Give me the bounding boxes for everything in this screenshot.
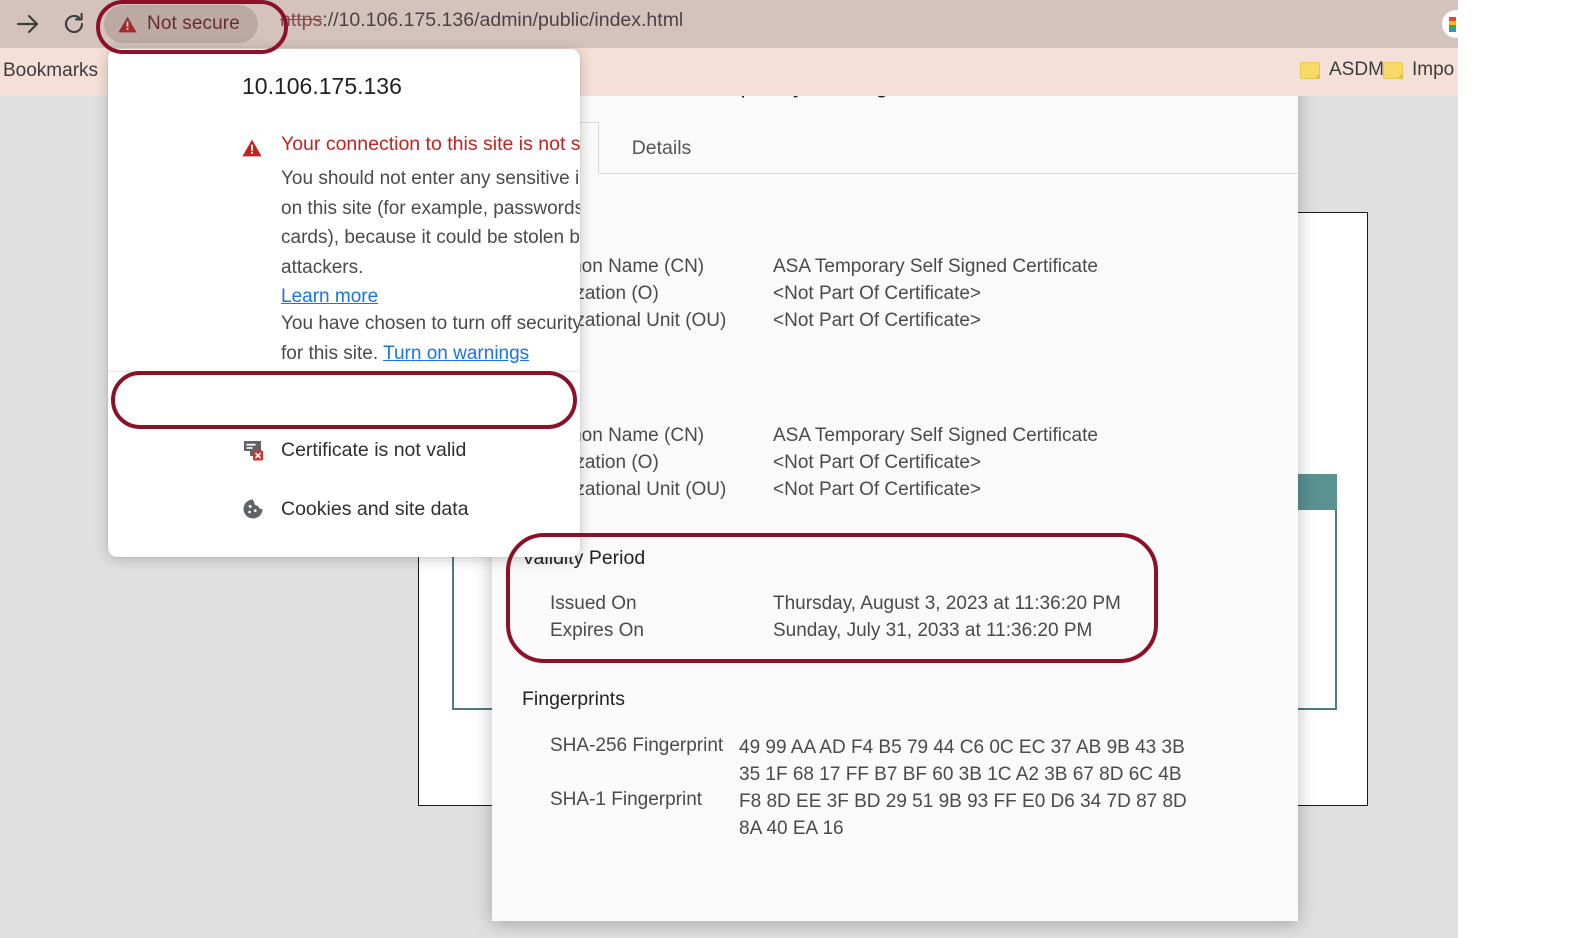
expires-on-value: Sunday, July 31, 2033 at 11:36:20 PM [773, 620, 1093, 641]
warning-body-text: You should not enter any sensitive infor… [281, 168, 580, 278]
bookmark-impo-label: Impo [1412, 59, 1455, 80]
menu-item-site-settings[interactable]: Site settings [108, 539, 580, 558]
warning-triangle-icon [118, 16, 137, 33]
bookmarks-label: Bookmarks [3, 60, 99, 81]
browser-toolbar: Not secure https://10.106.175.136/admin/… [0, 0, 1470, 48]
site-host-label: 10.106.175.136 [242, 73, 402, 99]
issued-on-label: Issued On [550, 593, 637, 614]
folder-icon [1383, 61, 1403, 79]
cookie-icon [242, 498, 264, 520]
reload-icon[interactable] [58, 8, 90, 40]
issued-to-ou-value: <Not Part Of Certificate> [773, 310, 982, 331]
bookmark-impo[interactable]: Impo [1383, 59, 1454, 81]
certificate-invalid-icon [242, 439, 264, 461]
menu-item-certificate-not-valid[interactable]: Certificate is not valid [108, 421, 580, 479]
warning-triangle-icon [242, 139, 262, 157]
bookmark-asdm-label: ASDM [1329, 59, 1384, 80]
tab-details[interactable]: Details [599, 122, 724, 174]
expires-on-label: Expires On [550, 620, 644, 641]
sha1-fingerprint-value: F8 8D EE 3F BD 29 51 9B 93 FF E0 D6 34 7… [739, 791, 1187, 839]
not-secure-chip[interactable]: Not secure [104, 5, 258, 43]
not-secure-label: Not secure [147, 13, 240, 34]
connection-warning-body: You should not enter any sensitive infor… [281, 164, 580, 312]
certificate-viewer-dialog: cate Viewer: ASA Temporary Self Signed C… [492, 49, 1298, 921]
url-scheme: https [280, 9, 323, 31]
certificate-tabs: l Details [492, 122, 1298, 174]
issued-by-o-value: <Not Part Of Certificate> [773, 452, 982, 473]
screen: cate Viewer: ASA Temporary Self Signed C… [0, 0, 1590, 938]
chrome-profile-icon[interactable] [1442, 10, 1470, 38]
folder-icon [1300, 61, 1320, 79]
menu-item-label: Site settings [281, 557, 387, 558]
issued-on-value: Thursday, August 3, 2023 at 11:36:20 PM [773, 593, 1121, 614]
connection-warning-title: Your connection to this site is not secu… [281, 133, 580, 155]
divider [108, 371, 580, 372]
bookmark-asdm[interactable]: ASDM [1300, 59, 1384, 81]
menu-item-label: Certificate is not valid [281, 438, 467, 461]
arrow-right-icon[interactable] [12, 9, 44, 39]
warnings-off-notice: You have chosen to turn off security war… [281, 309, 580, 368]
fingerprints-heading: Fingerprints [522, 688, 625, 710]
turn-on-warnings-link[interactable]: Turn on warnings [383, 343, 529, 364]
menu-item-cookies-and-site-data[interactable]: Cookies and site data [108, 480, 580, 538]
issued-to-o-value: <Not Part Of Certificate> [773, 283, 982, 304]
issued-to-cn-value: ASA Temporary Self Signed Certificate [773, 256, 1098, 277]
address-bar-url[interactable]: https://10.106.175.136/admin/public/inde… [280, 9, 683, 32]
sha256-fingerprint-label: SHA-256 Fingerprint [550, 735, 724, 756]
learn-more-link[interactable]: Learn more [281, 286, 378, 307]
issued-by-cn-value: ASA Temporary Self Signed Certificate [773, 425, 1098, 446]
issued-by-ou-value: <Not Part Of Certificate> [773, 479, 982, 500]
sha1-fingerprint-label: SHA-1 Fingerprint [550, 789, 703, 810]
menu-item-label: Cookies and site data [281, 497, 469, 520]
url-rest: ://10.106.175.136/admin/public/index.htm… [322, 9, 684, 31]
site-information-bubble: 10.106.175.136 Your connection to this s… [108, 49, 580, 557]
sha256-fingerprint-value: 49 99 AA AD F4 B5 79 44 C6 0C EC 37 AB 9… [739, 737, 1185, 785]
